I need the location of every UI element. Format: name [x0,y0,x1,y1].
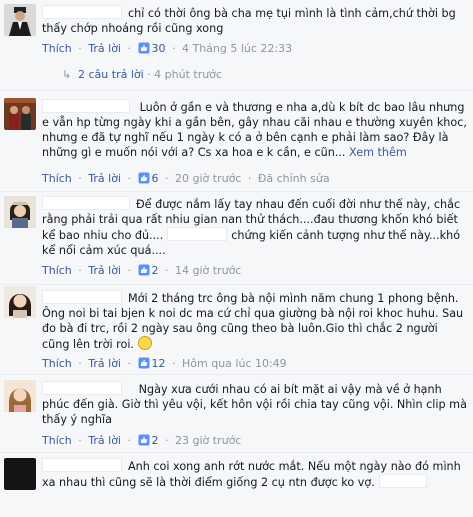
reply-link[interactable]: Trả lời [88,172,121,185]
comment-actions: Thích · Trả lời · 6 · 20 giờ trước · Đã … [42,172,330,185]
avatar[interactable] [4,458,36,490]
comment-timestamp[interactable]: 23 giờ trước [175,434,241,447]
tagged-friend[interactable] [167,227,228,241]
like-icon [138,172,149,184]
commenter-name[interactable] [42,290,122,304]
divider [0,90,473,91]
comment-actions: Thích · Trả lời · 2 · 14 giờ trước [42,264,242,277]
view-replies[interactable]: ↳ 2 câu trả lời · 4 phút trước [62,68,222,82]
like-icon [138,434,149,446]
avatar[interactable] [4,4,36,36]
emoticon-icon [137,336,152,350]
comment-text: chỉ có thời ông bà cha mẹ tụi mình là tì… [42,5,456,35]
like-count[interactable]: 6 [152,172,159,185]
like-count[interactable]: 12 [152,357,166,370]
like-icon [138,264,149,276]
commenter-name[interactable] [42,99,130,113]
divider [0,452,473,453]
commenter-name[interactable] [42,381,122,395]
like-link[interactable]: Thích [42,42,72,55]
like-link[interactable]: Thích [42,434,72,447]
reply-link[interactable]: Trả lời [88,264,121,277]
comment-timestamp[interactable]: 4 Tháng 5 lúc 22:33 [182,42,292,55]
like-link[interactable]: Thích [42,264,72,277]
comment-timestamp[interactable]: 20 giờ trước [175,172,241,185]
reply-link[interactable]: Trả lời [88,357,121,370]
comment-text: Để được nắm lấy tay nhau đến cuối đời nh… [42,196,461,257]
edited-label[interactable]: Đã chỉnh sửa [258,172,330,185]
divider [0,374,473,375]
avatar[interactable] [4,380,36,412]
avatar[interactable] [4,98,36,130]
like-count[interactable]: 2 [152,434,159,447]
comment-actions: Thích · Trả lời · 2 · 23 giờ trước [42,434,242,447]
comment-actions: Thích · Trả lời · 30 · 4 Tháng 5 lúc 22:… [42,42,293,55]
see-more-link[interactable]: Xem thêm [349,146,407,159]
like-icon [138,357,149,369]
like-link[interactable]: Thích [42,172,72,185]
like-link[interactable]: Thích [42,357,72,370]
reply-arrow-icon: ↳ [62,68,72,81]
like-icon [138,42,149,54]
reply-link[interactable]: Trả lời [88,434,121,447]
comment-text: Ngày xưa cưới nhau có ai bít mặt ai vậy … [42,381,467,426]
avatar[interactable] [4,196,36,228]
divider [0,191,473,192]
like-count[interactable]: 2 [152,264,159,277]
comment-text: Anh coi xong anh rớt nước mắt. Nếu một n… [42,458,461,489]
divider [0,284,473,285]
comment-timestamp[interactable]: Hôm qua lúc 10:49 [182,357,287,370]
reply-link[interactable]: Trả lời [88,42,121,55]
tagged-friend[interactable] [378,474,427,488]
commenter-name[interactable] [42,458,122,472]
comment-text: Mới 2 tháng trc ông bà nội mình năm chun… [42,290,464,351]
comment-text: Luôn ở gần e và thương e nha a,dù k bít … [42,99,467,159]
like-count[interactable]: 30 [152,42,166,55]
comment-actions: Thích · Trả lời · 12 · Hôm qua lúc 10:49 [42,357,287,370]
avatar[interactable] [4,286,36,318]
commenter-name[interactable] [42,5,122,19]
comment-timestamp[interactable]: 14 giờ trước [175,264,241,277]
commenter-name[interactable] [42,196,130,210]
